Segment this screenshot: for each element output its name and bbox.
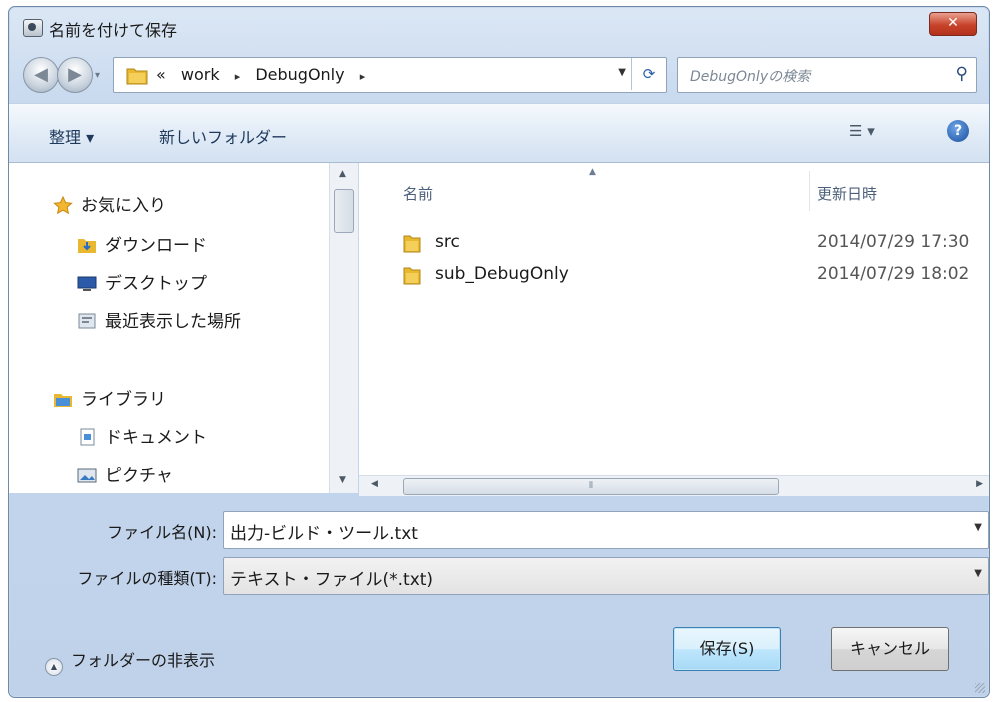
- folder-icon: [403, 235, 421, 253]
- scroll-thumb[interactable]: [334, 189, 354, 233]
- close-button[interactable]: ✕: [929, 12, 977, 36]
- file-name: sub_DebugOnly: [435, 264, 569, 284]
- command-bar: 整理 ▾ 新しいフォルダー ☰ ▾ ?: [9, 103, 989, 163]
- column-divider[interactable]: [809, 171, 810, 211]
- resize-grip[interactable]: [975, 683, 985, 693]
- file-list-horizontal-scrollbar[interactable]: ◀ ⦀ ▶: [359, 475, 989, 496]
- title-bar: 名前を付けて保存 ✕: [9, 7, 989, 45]
- nav-pictures[interactable]: ピクチャ: [77, 461, 173, 486]
- filename-label: ファイル名(N):: [107, 523, 217, 542]
- organize-menu[interactable]: 整理 ▾: [49, 124, 94, 148]
- documents-icon: [80, 428, 95, 446]
- navigation-scrollbar[interactable]: ▲ ▼: [329, 163, 358, 493]
- back-button[interactable]: ◀: [23, 57, 59, 93]
- collapse-icon: ▲: [45, 658, 63, 676]
- dialog-icon: [23, 19, 43, 37]
- save-button[interactable]: 保存(S): [673, 627, 781, 671]
- file-row-sub-debugonly[interactable]: sub_DebugOnly 2014/07/29 18:02: [393, 263, 983, 289]
- sort-ascending-icon: ▲: [589, 167, 596, 177]
- column-header-date[interactable]: 更新日時: [817, 183, 877, 204]
- breadcrumb-separator[interactable]: ▸: [235, 70, 241, 83]
- downloads-icon: [78, 239, 96, 253]
- recent-places-icon: [78, 313, 96, 329]
- desktop-icon: [77, 276, 97, 291]
- address-bar[interactable]: « work ▸ DebugOnly ▸ ▼ ⟳: [113, 57, 667, 93]
- filetype-label: ファイルの種類(T):: [77, 569, 217, 588]
- breadcrumb-work[interactable]: work: [181, 65, 220, 84]
- navigation-bar: ◀ ▶ ▾ « work ▸ DebugOnly ▸ ▼ ⟳ DebugOnly…: [9, 49, 989, 99]
- navigation-pane: お気に入り ダウンロード デスクトップ 最近表示した場所 ライブラリ ドキュメン…: [9, 163, 347, 493]
- search-icon[interactable]: ⚲: [956, 64, 968, 84]
- breadcrumb-overflow[interactable]: «: [156, 65, 166, 84]
- refresh-icon[interactable]: ⟳: [631, 58, 666, 90]
- chevron-down-icon[interactable]: ▼: [974, 522, 982, 533]
- chevron-down-icon[interactable]: ▼: [974, 568, 982, 579]
- filetype-select[interactable]: テキスト・ファイル(*.txt) ▼: [223, 557, 989, 595]
- help-icon[interactable]: ?: [947, 120, 969, 142]
- search-box[interactable]: DebugOnlyの検索 ⚲: [677, 57, 977, 93]
- folder-icon: [403, 267, 421, 285]
- scroll-left-icon[interactable]: ◀: [371, 479, 378, 489]
- new-folder-button[interactable]: 新しいフォルダー: [159, 124, 287, 148]
- nav-downloads[interactable]: ダウンロード: [77, 231, 207, 256]
- file-list: ▲ 名前 更新日時 src 2014/07/29 17:30 sub_Debug…: [359, 163, 989, 493]
- filename-input[interactable]: 出力-ビルド・ツール.txt ▼: [223, 511, 989, 549]
- nav-recent-places[interactable]: 最近表示した場所: [77, 307, 241, 332]
- dialog-title: 名前を付けて保存: [49, 21, 178, 40]
- hide-folders-toggle[interactable]: ▲ フォルダーの非表示: [45, 647, 215, 676]
- pictures-icon: [77, 468, 97, 483]
- folder-icon: [126, 68, 148, 85]
- file-name: src: [435, 232, 460, 252]
- file-row-src[interactable]: src 2014/07/29 17:30: [393, 231, 983, 257]
- nav-documents[interactable]: ドキュメント: [77, 423, 207, 448]
- nav-favorites[interactable]: お気に入り: [53, 191, 166, 216]
- scroll-thumb[interactable]: ⦀: [403, 478, 779, 495]
- save-as-dialog: 名前を付けて保存 ✕ ◀ ▶ ▾ « work ▸ DebugOnly ▸ ▼ …: [8, 6, 990, 698]
- breadcrumb-separator[interactable]: ▸: [360, 70, 366, 83]
- forward-button[interactable]: ▶: [57, 57, 93, 93]
- breadcrumb-debugonly[interactable]: DebugOnly: [255, 65, 344, 84]
- views-menu[interactable]: ☰ ▾: [849, 122, 875, 140]
- scroll-up-icon[interactable]: ▲: [339, 169, 346, 179]
- address-dropdown-icon[interactable]: ▼: [618, 67, 626, 78]
- breadcrumb: « work ▸ DebugOnly ▸: [156, 65, 375, 84]
- filename-value: 出力-ビルド・ツール.txt: [230, 524, 418, 544]
- file-date: 2014/07/29 18:02: [817, 264, 970, 284]
- filetype-value: テキスト・ファイル(*.txt): [230, 570, 434, 590]
- scroll-right-icon[interactable]: ▶: [976, 479, 983, 489]
- file-date: 2014/07/29 17:30: [817, 232, 970, 252]
- cancel-button[interactable]: キャンセル: [831, 627, 949, 671]
- star-icon: [53, 196, 73, 214]
- column-header-name[interactable]: 名前: [403, 183, 433, 204]
- search-placeholder: DebugOnlyの検索: [690, 69, 811, 85]
- history-dropdown-icon[interactable]: ▾: [95, 70, 100, 81]
- scroll-down-icon[interactable]: ▼: [339, 475, 346, 485]
- nav-libraries[interactable]: ライブラリ: [53, 385, 166, 410]
- libraries-icon: [54, 394, 72, 407]
- nav-desktop[interactable]: デスクトップ: [77, 269, 207, 294]
